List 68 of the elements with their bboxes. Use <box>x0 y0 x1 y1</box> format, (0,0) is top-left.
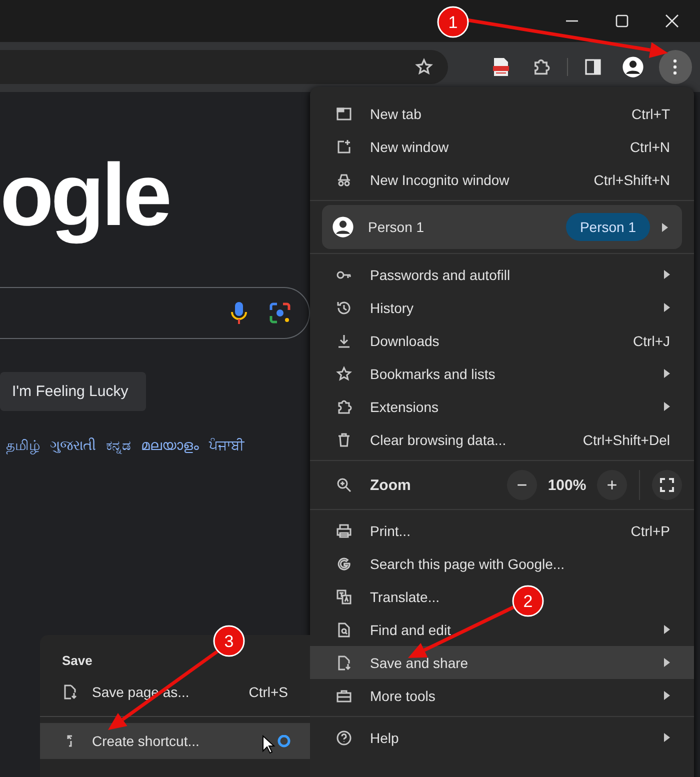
star-icon <box>336 366 352 382</box>
zoom-out-button[interactable]: − <box>507 470 537 500</box>
step-number-badge: 2 <box>512 585 544 617</box>
menu-item[interactable]: Extensions <box>310 390 694 423</box>
history-icon <box>336 300 352 316</box>
search-field[interactable] <box>0 287 310 339</box>
google-g-icon <box>336 556 352 572</box>
menu-item[interactable]: Bookmarks and lists <box>310 357 694 390</box>
language-link[interactable]: தமிழ் <box>6 438 40 455</box>
tab-icon <box>336 106 352 122</box>
step-number-badge: 3 <box>213 625 245 657</box>
fullscreen-icon <box>660 478 674 492</box>
logo-text: ogle <box>0 144 170 246</box>
fullscreen-button[interactable] <box>652 470 682 500</box>
translate-icon <box>336 588 352 604</box>
shortcut-label: Ctrl+T <box>632 106 670 122</box>
profile-row[interactable]: Person 1 Person 1 <box>322 205 682 249</box>
menu-icon[interactable] <box>658 50 692 84</box>
puzzle-icon <box>336 398 352 414</box>
menu-item[interactable]: Passwords and autofill <box>310 258 694 291</box>
download-icon <box>336 332 352 348</box>
language-link[interactable]: മലയാളം <box>141 438 199 455</box>
menu-item[interactable]: Create shortcut... <box>40 723 310 759</box>
document-download-icon <box>62 684 78 700</box>
feeling-lucky-button[interactable]: I'm Feeling Lucky <box>0 372 146 411</box>
star-outline <box>414 58 433 76</box>
zoom-in-button[interactable]: + <box>597 470 627 500</box>
shortcut-label: Ctrl+J <box>633 332 670 348</box>
submenu-arrow-icon <box>662 222 668 232</box>
help-icon <box>336 730 352 746</box>
menu-item[interactable]: Save and share <box>310 646 694 679</box>
shortcut-label: Ctrl+Shift+N <box>594 172 670 188</box>
menu-item[interactable]: New Incognito window Ctrl+Shift+N <box>310 163 694 196</box>
language-link[interactable]: ಕನ್ನಡ <box>106 438 131 455</box>
document-download-icon <box>336 654 352 670</box>
menu-item[interactable]: Help <box>310 721 694 754</box>
menu-item[interactable]: New tab Ctrl+T <box>310 97 694 130</box>
avatar-icon <box>332 216 354 238</box>
microphone-icon <box>231 301 247 325</box>
zoom-level: 100% <box>546 476 588 494</box>
extensions-puzzle-icon <box>532 58 550 76</box>
menu-item[interactable]: Clear browsing data... Ctrl+Shift+Del <box>310 423 694 456</box>
language-link[interactable]: ગુજરાતી <box>50 438 96 455</box>
document-search-icon <box>336 622 352 638</box>
menu-item[interactable]: Print... Ctrl+P <box>310 514 694 547</box>
menu-item[interactable]: Search this page with Google... <box>310 547 694 580</box>
close-icon[interactable] <box>665 14 679 28</box>
menu-item[interactable]: More tools <box>310 679 694 712</box>
window-plus-icon <box>336 138 352 154</box>
camera-lens-icon <box>269 302 291 324</box>
maximize-icon[interactable] <box>615 14 629 28</box>
menu-item[interactable]: New window Ctrl+N <box>310 130 694 163</box>
incognito-icon <box>336 172 352 188</box>
zoom-label: Zoom <box>370 476 412 494</box>
profile-badge: Person 1 <box>566 213 650 241</box>
shortcut-label: Ctrl+Shift+Del <box>582 432 670 448</box>
shortcut-label: Ctrl+N <box>630 138 670 154</box>
menu-item[interactable]: History <box>310 291 694 324</box>
submenu-title: Save <box>61 653 94 668</box>
step-number-badge: 1 <box>437 6 469 38</box>
trash-icon <box>336 432 352 448</box>
menu-item[interactable]: Downloads Ctrl+J <box>310 324 694 357</box>
printer-icon <box>336 522 352 538</box>
language-link[interactable]: ਪੰਜਾਬੀ <box>209 438 244 455</box>
shortcut-label: Ctrl+P <box>630 522 670 538</box>
toolbox-icon <box>336 688 352 704</box>
shortcut-label: Ctrl+S <box>248 684 288 700</box>
zoom-icon <box>336 477 352 493</box>
